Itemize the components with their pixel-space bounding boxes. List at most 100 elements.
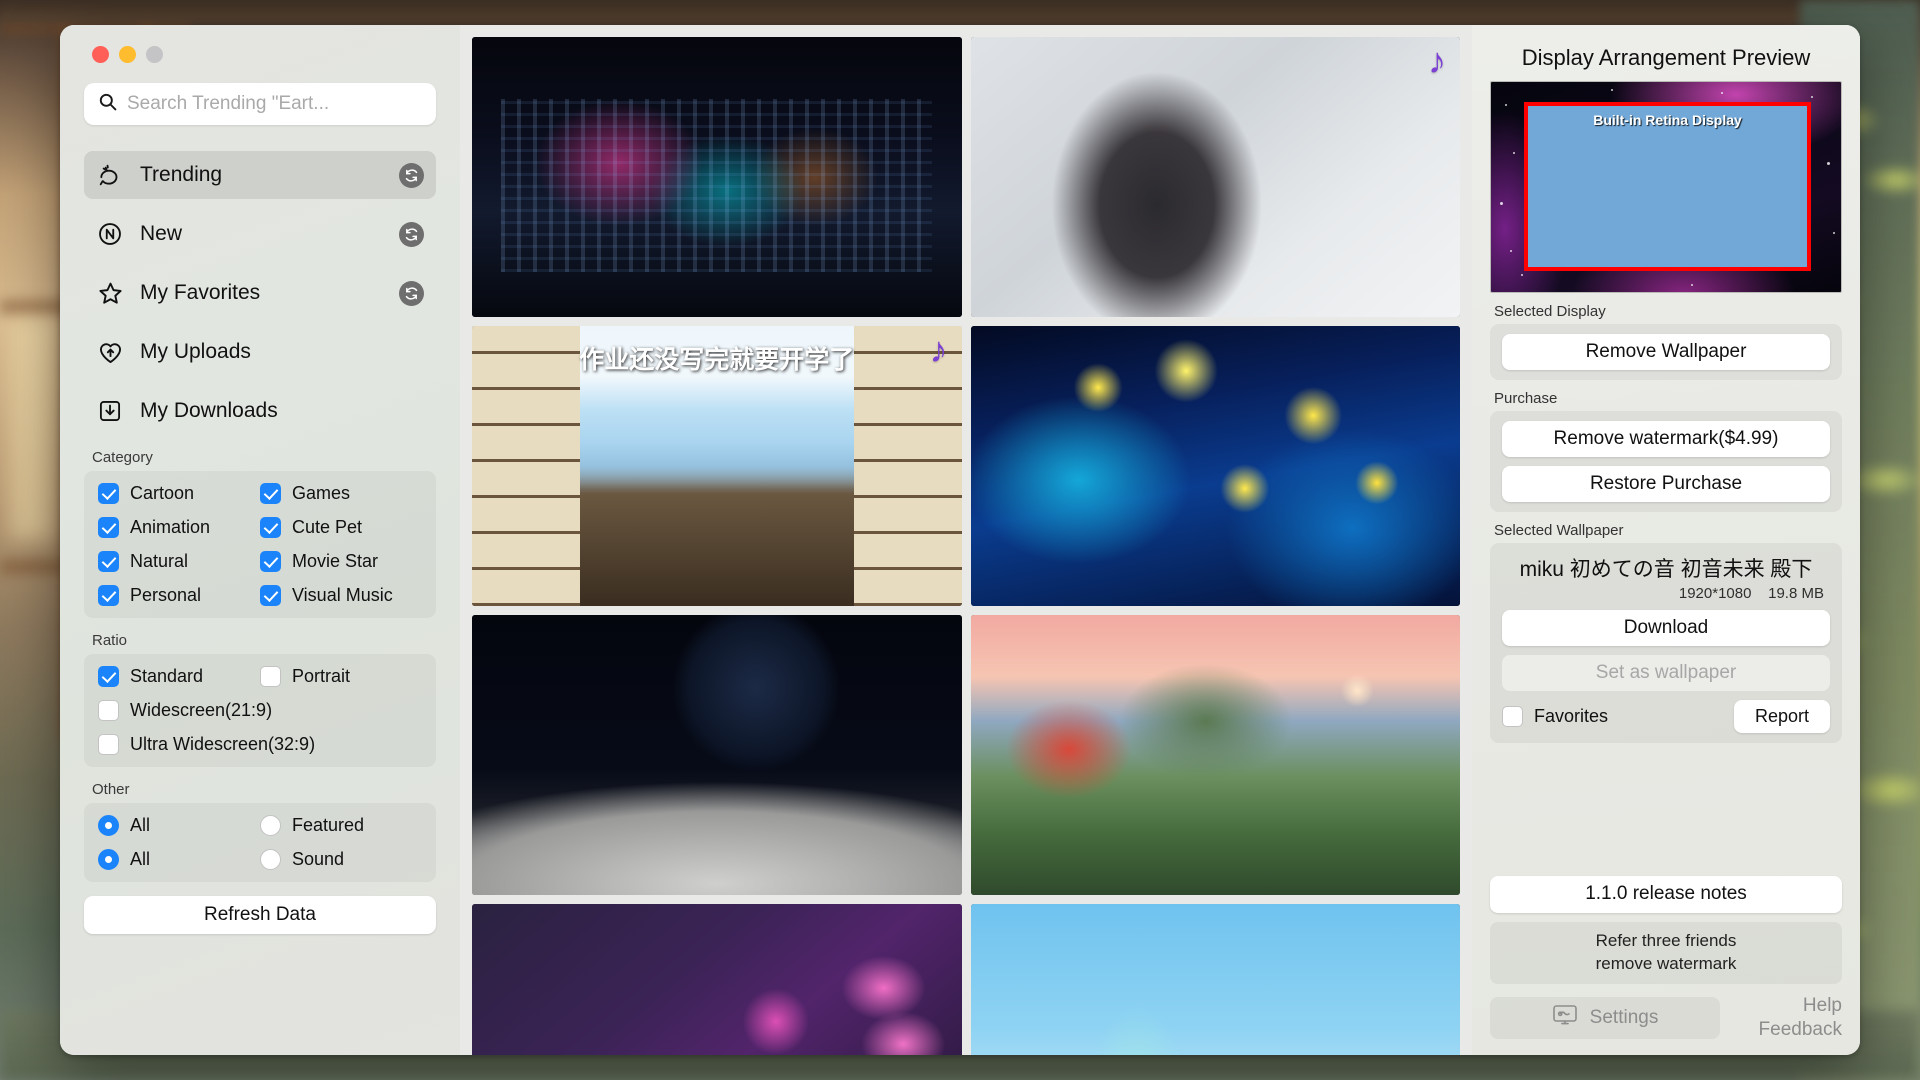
radio-dot[interactable] [260, 815, 281, 836]
sidebar-item-my-favorites[interactable]: My Favorites [84, 269, 436, 317]
trending-icon [96, 161, 124, 189]
set-as-wallpaper-button[interactable]: Set as wallpaper [1502, 655, 1830, 691]
settings-button[interactable]: Settings [1490, 997, 1720, 1040]
radio-all-sound[interactable]: All [98, 849, 260, 870]
other-group-title: Other [92, 781, 130, 798]
help-link[interactable]: Help [1732, 994, 1842, 1019]
right-panel: Display Arrangement Preview Built-in Ret… [1472, 25, 1860, 1055]
checkbox-label: Animation [130, 517, 211, 537]
checkbox-games[interactable]: Games [260, 483, 422, 504]
radio-featured[interactable]: Featured [260, 815, 422, 836]
remove-watermark-button[interactable]: Remove watermark($4.99) [1502, 421, 1830, 457]
radio-all-featured[interactable]: All [98, 815, 260, 836]
ratio-group: Standard Portrait Widescreen(21:9) Ultra… [84, 654, 436, 767]
download-button[interactable]: Download [1502, 610, 1830, 646]
bottom-row: Settings Help Feedback [1490, 994, 1842, 1043]
checkbox-box[interactable] [260, 517, 281, 538]
display-arrangement-title: Display Arrangement Preview [1521, 45, 1811, 70]
checkbox-widescreen[interactable]: Widescreen(21:9) [98, 700, 422, 721]
sidebar-item-label: My Downloads [140, 399, 278, 422]
checkbox-box[interactable] [260, 551, 281, 572]
radio-sound[interactable]: Sound [260, 849, 422, 870]
checkbox-portrait[interactable]: Portrait [260, 666, 422, 687]
checkbox-box[interactable] [98, 666, 119, 687]
minimize-button[interactable] [119, 46, 136, 63]
report-button[interactable]: Report [1734, 700, 1830, 733]
radio-dot[interactable] [98, 815, 119, 836]
remove-wallpaper-button[interactable]: Remove Wallpaper [1502, 334, 1830, 370]
checkbox-box[interactable] [98, 734, 119, 755]
checkbox-visual-music[interactable]: Visual Music [260, 585, 422, 606]
checkbox-box[interactable] [98, 585, 119, 606]
sidebar: Search Trending "Eart... Trending New My… [60, 25, 460, 1055]
wallpaper-image [970, 904, 1460, 1055]
radio-dot[interactable] [98, 849, 119, 870]
wallpaper-image [472, 37, 962, 317]
wallpaper-thumbnail[interactable] [970, 904, 1460, 1055]
wallpaper-thumbnail[interactable] [472, 904, 962, 1055]
display-arrangement-preview[interactable]: Built-in Retina Display [1490, 81, 1842, 293]
checkbox-label: Visual Music [292, 585, 393, 605]
feedback-link[interactable]: Feedback [1732, 1018, 1842, 1043]
checkbox-cute-pet[interactable]: Cute Pet [260, 517, 422, 538]
zoom-button[interactable] [146, 46, 163, 63]
sidebar-item-my-downloads[interactable]: My Downloads [84, 387, 436, 435]
refer-friends-banner[interactable]: Refer three friends remove watermark [1490, 921, 1842, 984]
search-input[interactable]: Search Trending "Eart... [84, 83, 436, 125]
close-button[interactable] [92, 46, 109, 63]
sidebar-item-my-uploads[interactable]: My Uploads [84, 328, 436, 376]
checkbox-cartoon[interactable]: Cartoon [98, 483, 260, 504]
checkbox-ultra-widescreen[interactable]: Ultra Widescreen(32:9) [98, 734, 422, 755]
wallpaper-thumbnail[interactable] [970, 615, 1460, 895]
search-icon [98, 92, 117, 116]
checkbox-box[interactable] [98, 517, 119, 538]
checkbox-natural[interactable]: Natural [98, 551, 260, 572]
checkbox-box[interactable] [98, 551, 119, 572]
wallpaper-image [970, 615, 1460, 895]
wallpaper-thumbnail[interactable] [472, 37, 962, 317]
wallpaper-thumbnail[interactable]: 作业还没写完就要开学了 ♪ [472, 326, 962, 606]
wallpaper-caption: 作业还没写完就要开学了 [579, 346, 855, 374]
sync-favorites-button[interactable] [399, 280, 424, 306]
checkbox-label: Cartoon [130, 483, 195, 503]
checkbox-animation[interactable]: Animation [98, 517, 260, 538]
wallpaper-name: miku 初めての音 初音未来 殿下 [1519, 558, 1813, 581]
wallpaper-gallery[interactable]: ♪ 作业还没写完就要开学了 ♪ [460, 25, 1472, 1055]
restore-purchase-button[interactable]: Restore Purchase [1502, 466, 1830, 502]
wallpaper-thumbnail[interactable] [970, 326, 1460, 606]
wallpaper-image [472, 615, 962, 895]
display-rect[interactable]: Built-in Retina Display [1524, 102, 1811, 271]
search-placeholder: Search Trending "Eart... [127, 93, 330, 114]
checkbox-movie-star[interactable]: Movie Star [260, 551, 422, 572]
selected-wallpaper-title: Selected Wallpaper [1494, 522, 1624, 539]
refresh-data-button[interactable]: Refresh Data [84, 896, 436, 934]
checkbox-label: Movie Star [292, 551, 379, 571]
favorites-label: Favorites [1534, 706, 1609, 726]
sidebar-item-new[interactable]: New [84, 210, 436, 258]
refer-line-2: remove watermark [1595, 953, 1737, 973]
selected-display-group: Remove Wallpaper [1490, 324, 1842, 380]
new-circle-icon [96, 220, 124, 248]
other-group: All Featured All Sound [84, 803, 436, 882]
purchase-title: Purchase [1494, 390, 1558, 407]
release-notes-button[interactable]: 1.1.0 release notes [1490, 875, 1842, 913]
wallpaper-image [472, 904, 962, 1055]
sidebar-item-trending[interactable]: Trending [84, 151, 436, 199]
sidebar-item-label: New [140, 222, 183, 245]
checkbox-box[interactable] [260, 666, 281, 687]
radio-dot[interactable] [260, 849, 281, 870]
monitor-gear-icon [1552, 1004, 1578, 1032]
checkbox-box[interactable] [260, 483, 281, 504]
sync-trending-button[interactable] [399, 162, 424, 188]
favorites-checkbox[interactable] [1502, 706, 1523, 727]
wallpaper-image [970, 37, 1460, 317]
checkbox-label: Ultra Widescreen(32:9) [130, 734, 316, 754]
checkbox-standard[interactable]: Standard [98, 666, 260, 687]
wallpaper-thumbnail[interactable] [472, 615, 962, 895]
checkbox-personal[interactable]: Personal [98, 585, 260, 606]
sync-new-button[interactable] [399, 221, 424, 247]
checkbox-box[interactable] [98, 483, 119, 504]
checkbox-box[interactable] [260, 585, 281, 606]
wallpaper-thumbnail[interactable]: ♪ [970, 37, 1460, 317]
checkbox-box[interactable] [98, 700, 119, 721]
